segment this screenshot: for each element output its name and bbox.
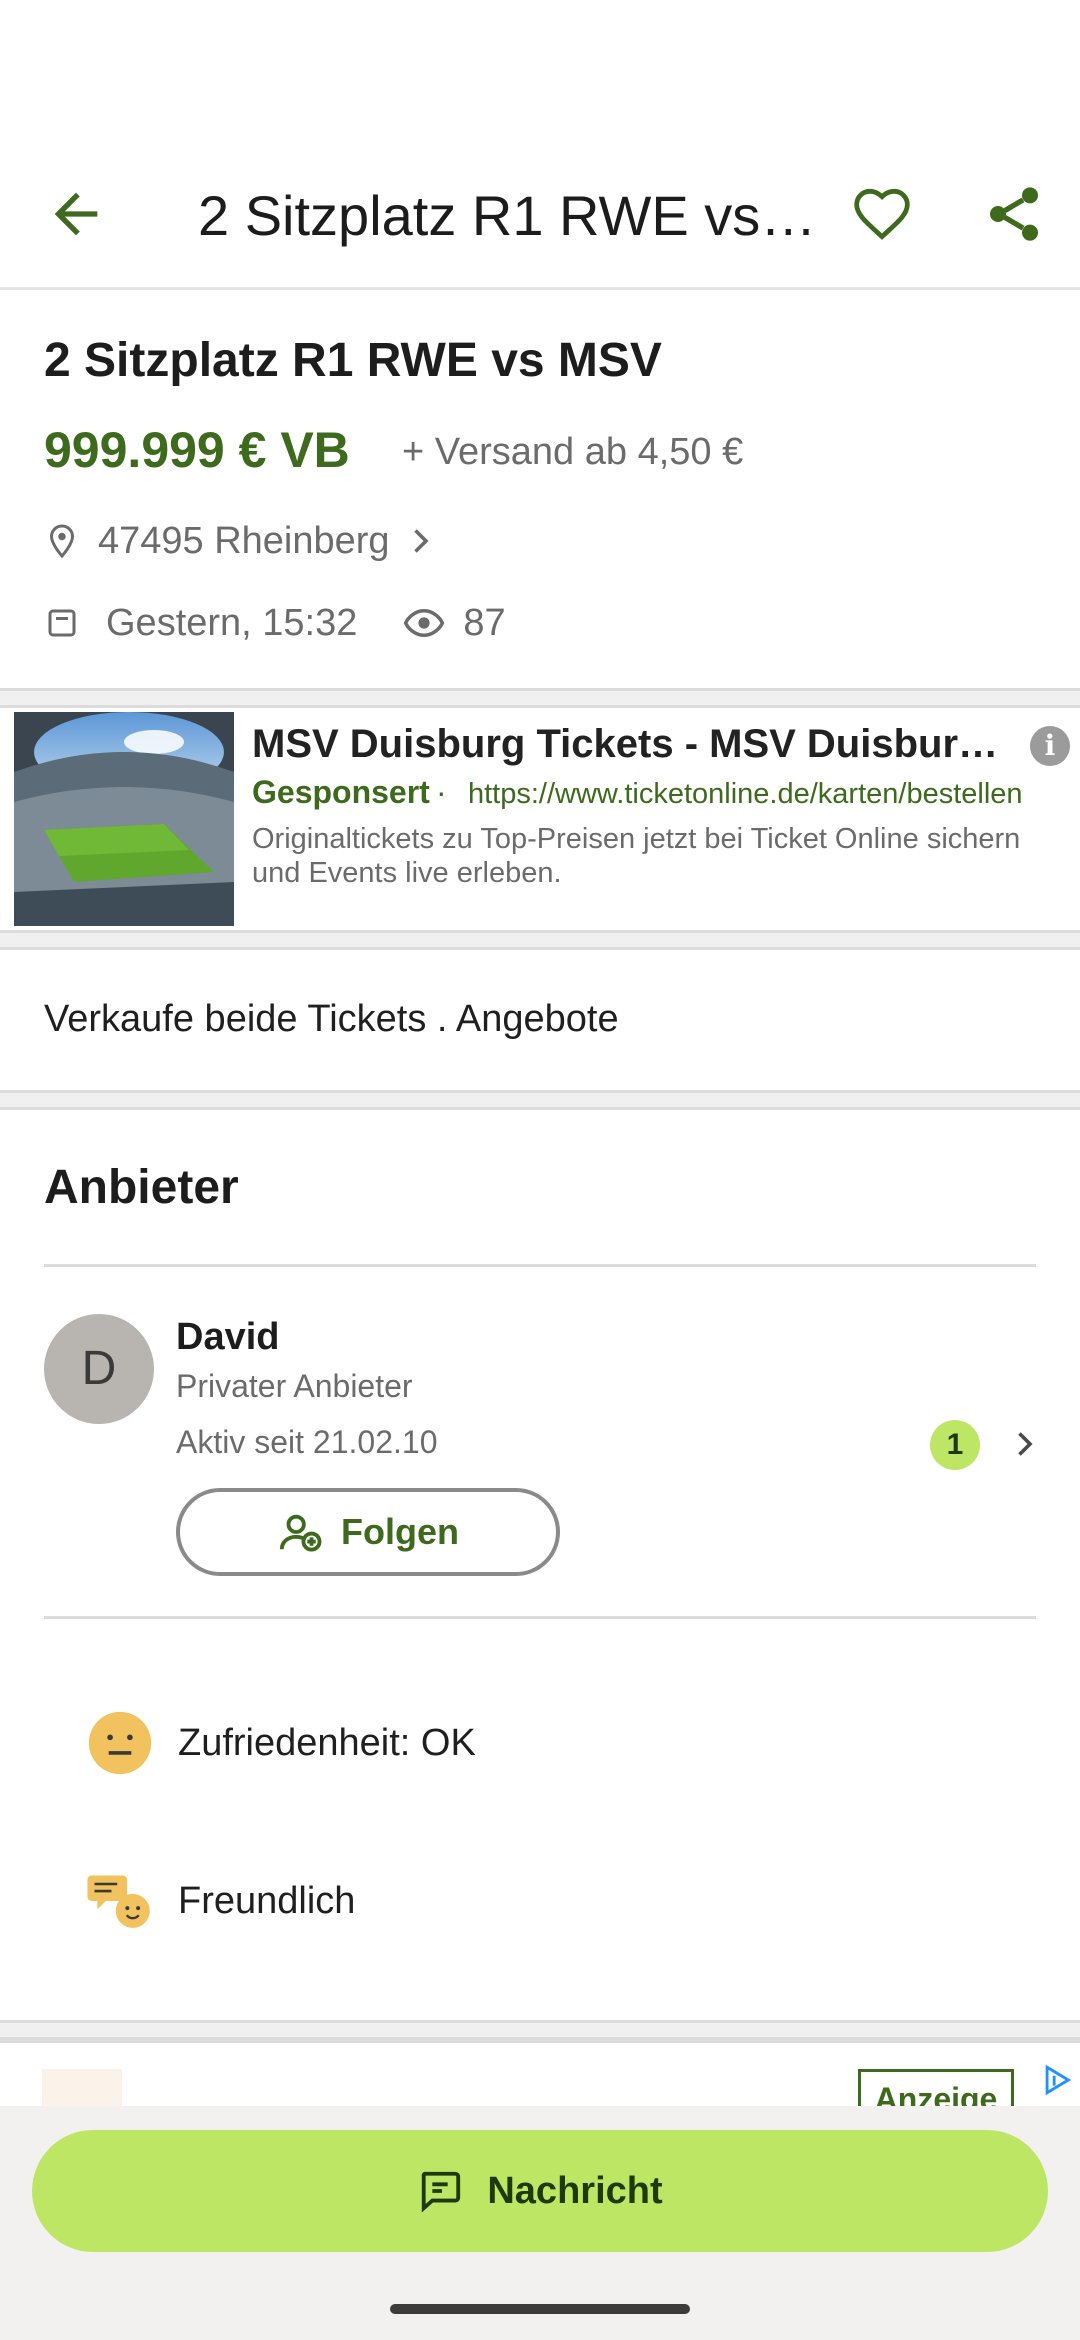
view-count: 87 [463, 601, 506, 644]
meta-row: Gestern, 15:32 87 [44, 597, 506, 649]
description-text: Verkaufe beide Tickets . Angebote [44, 998, 619, 1040]
section-divider [0, 1090, 1080, 1110]
location-pin-icon [49, 524, 75, 559]
section-divider [0, 930, 1080, 950]
ad-url[interactable]: https://www.ticketonline.de/karten/beste… [468, 778, 1023, 811]
listing-price: 999.999 € VB [44, 422, 350, 478]
ad-title[interactable]: MSV Duisburg Tickets - MSV Duisburg Kart… [252, 722, 1022, 767]
seller-section: Anbieter D David Privater Anbieter Aktiv… [0, 1110, 1080, 2020]
share-icon[interactable] [982, 182, 1046, 246]
bottom-bar: Nachricht [0, 2106, 1080, 2340]
app-bar: 2 Sitzplatz R1 RWE vs MSV [0, 150, 1080, 290]
chevron-right-icon [413, 529, 429, 553]
follow-label: Folgen [341, 1511, 459, 1552]
section-divider [0, 2020, 1080, 2040]
arrow-left-icon[interactable] [44, 182, 108, 246]
posted-date: Gestern, 15:32 [106, 601, 358, 644]
listings-count-badge[interactable]: 1 [930, 1420, 980, 1470]
listing-details: 2 Sitzplatz R1 RWE vs MSV 999.999 € VB +… [0, 293, 1080, 688]
sponsored-label: Gesponsert [252, 774, 430, 810]
info-icon[interactable]: i [1030, 726, 1070, 766]
seller-heading: Anbieter [44, 1161, 239, 1214]
description-section: Verkaufe beide Tickets . Angebote [0, 950, 1080, 1090]
shipping-info: + Versand ab 4,50 € [402, 431, 744, 473]
seller-name[interactable]: David [176, 1316, 279, 1359]
home-indicator[interactable] [390, 2304, 690, 2314]
active-since: Aktiv seit 21.02.10 [176, 1424, 438, 1460]
sponsored-ad[interactable]: MSV Duisburg Tickets - MSV Duisburg Kart… [0, 708, 1080, 930]
section-divider [0, 688, 1080, 708]
follow-button[interactable]: Folgen [176, 1488, 560, 1576]
status-bar [0, 0, 1080, 150]
location-link[interactable]: 47495 Rheinberg [44, 515, 438, 567]
message-button[interactable]: Nachricht [32, 2130, 1048, 2252]
adchoices-icon[interactable] [1040, 2063, 1074, 2097]
page-title: 2 Sitzplatz R1 RWE vs MSV [198, 184, 818, 247]
friendly-text: Freundlich [178, 1879, 356, 1922]
separator-dot: · [436, 774, 447, 810]
seller-type: Privater Anbieter [176, 1368, 413, 1404]
divider-line [44, 1616, 1036, 1619]
neutral-face-icon [88, 1711, 152, 1775]
location-text: 47495 Rheinberg [98, 519, 390, 562]
message-label: Nachricht [487, 2169, 663, 2212]
eye-icon [404, 608, 445, 638]
calendar-icon [48, 609, 76, 637]
listing-title: 2 Sitzplatz R1 RWE vs MSV [44, 334, 662, 387]
satisfaction-row: Zufriedenheit: OK [86, 1708, 476, 1778]
stadium-image [14, 712, 234, 926]
message-icon [422, 2171, 461, 2213]
heart-outline-icon[interactable] [850, 182, 914, 246]
satisfaction-text: Zufriedenheit: OK [178, 1721, 476, 1764]
friendly-row: Freundlich [86, 1866, 355, 1936]
add-user-icon [279, 1514, 322, 1552]
ad-description: Originaltickets zu Top-Preisen jetzt bei… [252, 823, 1021, 889]
avatar[interactable]: D [44, 1314, 154, 1424]
divider-line [44, 1264, 1036, 1267]
chevron-right-icon[interactable] [1006, 1426, 1042, 1462]
chat-bubbles-icon [87, 1875, 150, 1928]
